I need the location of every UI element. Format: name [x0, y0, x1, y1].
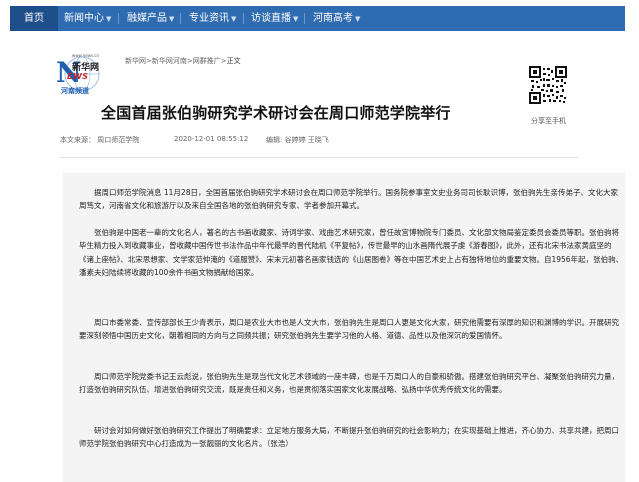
nav-divider [118, 13, 119, 24]
logo-news-text: EWS [67, 72, 89, 81]
breadcrumb-link-promo[interactable]: 网群推广 [193, 57, 221, 65]
article-title: 全国首届张伯驹研究学术研讨会在周口师范学院举行 [101, 104, 451, 122]
article-paragraph: 周口市委常委、宣传部部长王少青表示，周口是农业大市也是人文大市，张伯驹先生是周口… [79, 318, 619, 341]
nav-item-professional-info[interactable]: 专业资讯 ▼ [189, 6, 236, 31]
nav-item-label: 河南高考 [313, 13, 353, 24]
qr-code-icon[interactable] [529, 66, 567, 104]
article-paragraph: 据周口师范学院消息 11月28日，全国首届张伯驹研究学术研讨会在周口师范学院举行… [79, 188, 618, 211]
top-nav: 首页 新闻中心 ▼ 融媒产品 ▼ 专业资讯 ▼ 访谈直播 ▼ 河南高考 ▼ [0, 6, 639, 31]
nav-item-media-products[interactable]: 融媒产品 ▼ [127, 6, 174, 31]
nav-item-interview-live[interactable]: 访谈直播 ▼ [251, 6, 298, 31]
nav-divider [304, 13, 305, 24]
article-paragraph: 周口师范学院党委书记王云彪说，张伯驹先生是现当代文化艺术领域的一座丰碑，也是千万… [79, 372, 619, 395]
chevron-down-icon: ▼ [169, 15, 175, 23]
article-source: 本文来源： 周口师范学院 [60, 136, 140, 144]
breadcrumb: 新华网>新华网河南>网群推广>正文 [125, 56, 241, 66]
nav-item-news-center[interactable]: 新闻中心 ▼ [64, 6, 111, 31]
article-editor: 编辑: 谷婷婷 王晓飞 [266, 136, 329, 144]
nav-divider [243, 13, 244, 24]
nav-item-label: 新闻中心 [64, 13, 104, 24]
breadcrumb-link-henan[interactable]: 新华网河南 [152, 57, 187, 65]
divider [60, 157, 579, 158]
nav-item-label: 专业资讯 [189, 13, 229, 24]
breadcrumb-current: 正文 [226, 57, 241, 65]
breadcrumb-link-xinhua[interactable]: 新华网 [125, 57, 146, 65]
nav-item-label: 融媒产品 [127, 13, 167, 24]
chevron-down-icon: ▼ [355, 15, 361, 23]
qr-label: 分享至手机 [531, 117, 566, 125]
article-date: 2020-12-01 08:55:12 [174, 135, 249, 143]
nav-item-henan-gaokao[interactable]: 河南高考 ▼ [313, 6, 360, 31]
article-paragraph: 张伯驹是中国老一辈的文化名人，著名的古书画收藏家、诗词学家、戏曲艺术研究家，曾任… [79, 228, 624, 278]
article-paragraph: 研讨会对如何做好张伯驹研究工作提出了明确要求：立足地方服务大局，不断提升张伯驹研… [79, 426, 619, 449]
nav-divider [180, 13, 181, 24]
chevron-down-icon: ▼ [293, 15, 299, 23]
chevron-down-icon: ▼ [231, 15, 237, 23]
chevron-down-icon: ▼ [106, 15, 112, 23]
nav-item-label: 访谈直播 [251, 13, 291, 24]
logo-channel: 河南频道 [61, 87, 89, 95]
nav-home-link[interactable]: 首页 [10, 6, 58, 31]
